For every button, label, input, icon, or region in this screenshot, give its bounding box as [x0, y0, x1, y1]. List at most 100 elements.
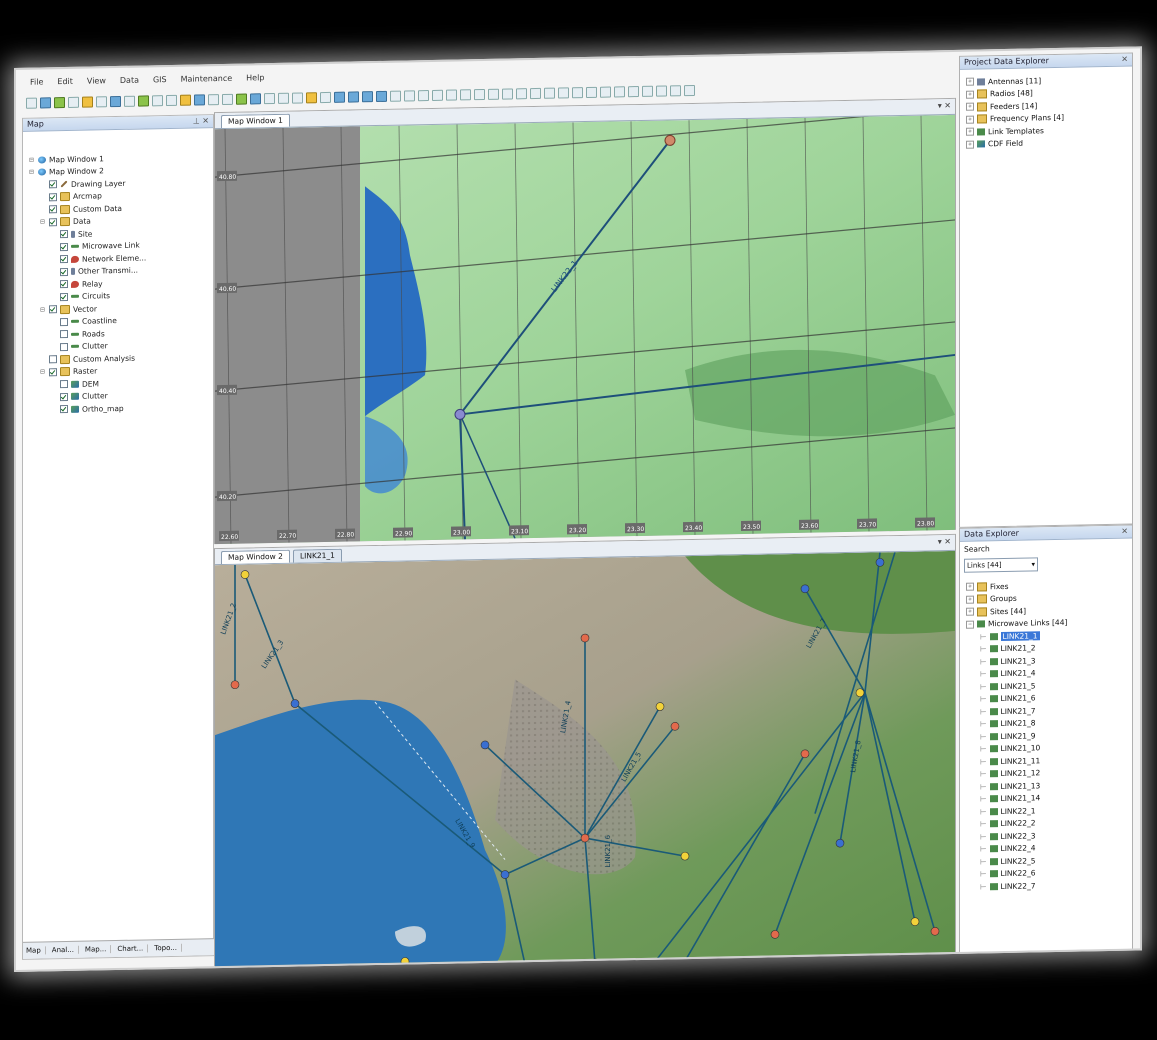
- layer-visibility-checkbox[interactable]: [60, 330, 68, 339]
- toolbar-button-icon[interactable]: [544, 87, 555, 99]
- toolbar-button-icon[interactable]: [96, 95, 107, 107]
- site-marker[interactable]: [875, 558, 885, 567]
- tab-map[interactable]: Map: [26, 946, 46, 955]
- close-icon[interactable]: ✕: [1121, 526, 1128, 538]
- window-controls-icon[interactable]: ▾ ✕: [938, 101, 951, 110]
- filter-dropdown[interactable]: Links [44]: [964, 557, 1038, 573]
- toolbar-button-icon[interactable]: [124, 95, 135, 107]
- layer-visibility-checkbox[interactable]: [60, 267, 68, 276]
- site-marker[interactable]: [580, 833, 590, 843]
- layer-visibility-checkbox[interactable]: [60, 292, 68, 301]
- menu-edit[interactable]: Edit: [57, 76, 73, 85]
- toolbar-button-icon[interactable]: [264, 92, 275, 104]
- layer-visibility-checkbox[interactable]: [60, 280, 68, 289]
- layer-visibility-checkbox[interactable]: [60, 380, 68, 389]
- layer-visibility-checkbox[interactable]: [60, 342, 68, 351]
- satellite-map-canvas[interactable]: LINK21_2LINK21_3LINK21_4LINK21_5LINK21_6…: [215, 550, 955, 971]
- site-marker[interactable]: [290, 699, 300, 708]
- toolbar-button-icon[interactable]: [152, 94, 163, 106]
- menu-help[interactable]: Help: [246, 73, 264, 82]
- expander-icon[interactable]: ⊟: [40, 219, 46, 226]
- tab-link21-1[interactable]: LINK21_1: [292, 548, 342, 563]
- toolbar-button-icon[interactable]: [516, 87, 527, 99]
- layer-visibility-checkbox[interactable]: [60, 230, 68, 239]
- layer-visibility-checkbox[interactable]: [60, 255, 68, 264]
- tab-analysis[interactable]: Anal...: [51, 945, 79, 955]
- layer-visibility-checkbox[interactable]: [49, 305, 57, 314]
- site-marker[interactable]: [680, 851, 690, 861]
- layer-tree-item[interactable]: Ortho_map: [29, 400, 213, 416]
- toolbar-button-icon[interactable]: [390, 90, 401, 102]
- toolbar-button-icon[interactable]: [348, 90, 359, 103]
- layer-visibility-checkbox[interactable]: [49, 367, 57, 377]
- toolbar-button-icon[interactable]: [362, 90, 373, 102]
- toolbar-button-icon[interactable]: [404, 89, 415, 102]
- toolbar-button-icon[interactable]: [376, 90, 387, 102]
- site-marker[interactable]: [655, 702, 665, 711]
- site-marker[interactable]: [770, 930, 780, 939]
- site-marker[interactable]: [590, 958, 600, 968]
- layer-visibility-checkbox[interactable]: [60, 392, 68, 401]
- toolbar-button-icon[interactable]: [82, 95, 93, 108]
- tab-chart[interactable]: Chart...: [117, 944, 149, 954]
- toolbar-button-icon[interactable]: [418, 89, 429, 101]
- menu-data[interactable]: Data: [120, 75, 139, 84]
- expand-icon[interactable]: +: [966, 90, 974, 99]
- menu-view[interactable]: View: [87, 76, 106, 85]
- toolbar-button-icon[interactable]: [460, 88, 471, 100]
- toolbar-button-icon[interactable]: [236, 93, 247, 105]
- layer-visibility-checkbox[interactable]: [60, 317, 68, 326]
- pin-close-icon[interactable]: ⊥ ✕: [193, 115, 209, 127]
- toolbar-button-icon[interactable]: [670, 84, 681, 96]
- expand-icon[interactable]: +: [966, 582, 974, 591]
- expand-icon[interactable]: +: [966, 595, 974, 604]
- site-marker[interactable]: [454, 408, 466, 420]
- toolbar-button-icon[interactable]: [40, 96, 51, 109]
- site-marker[interactable]: [835, 838, 845, 848]
- tab-map-window-1[interactable]: Map Window 1: [221, 113, 290, 129]
- expander-icon[interactable]: ⊟: [29, 169, 35, 176]
- layer-visibility-checkbox[interactable]: [49, 205, 57, 214]
- toolbar-button-icon[interactable]: [166, 94, 177, 106]
- layer-visibility-checkbox[interactable]: [60, 405, 68, 414]
- site-marker[interactable]: [800, 749, 810, 759]
- layer-visibility-checkbox[interactable]: [49, 180, 57, 189]
- site-marker[interactable]: [230, 680, 240, 690]
- toolbar-button-icon[interactable]: [684, 84, 695, 96]
- site-marker[interactable]: [500, 870, 510, 879]
- tab-map-window-2[interactable]: Map Window 2: [221, 549, 290, 565]
- expand-icon[interactable]: −: [966, 620, 974, 629]
- toolbar-button-icon[interactable]: [180, 94, 191, 106]
- window-controls-icon[interactable]: ▾ ✕: [938, 537, 951, 546]
- expand-icon[interactable]: +: [966, 607, 974, 616]
- layer-visibility-checkbox[interactable]: [49, 355, 57, 364]
- close-icon[interactable]: ✕: [1121, 54, 1128, 66]
- toolbar-button-icon[interactable]: [138, 94, 149, 107]
- toolbar-button-icon[interactable]: [278, 92, 289, 104]
- toolbar-button-icon[interactable]: [292, 91, 303, 104]
- toolbar-button-icon[interactable]: [488, 88, 499, 100]
- toolbar-button-icon[interactable]: [208, 93, 219, 105]
- site-marker[interactable]: [930, 927, 940, 936]
- toolbar-button-icon[interactable]: [110, 95, 121, 107]
- toolbar-button-icon[interactable]: [54, 96, 65, 108]
- toolbar-button-icon[interactable]: [474, 88, 485, 100]
- toolbar-button-icon[interactable]: [558, 86, 569, 99]
- toolbar-button-icon[interactable]: [334, 91, 345, 103]
- site-marker[interactable]: [580, 633, 590, 643]
- expander-icon[interactable]: ⊟: [29, 156, 35, 163]
- expander-icon[interactable]: ⊟: [40, 369, 46, 376]
- expand-icon[interactable]: +: [966, 140, 974, 149]
- toolbar-button-icon[interactable]: [222, 93, 233, 105]
- expand-icon[interactable]: +: [966, 77, 974, 86]
- toolbar-button-icon[interactable]: [446, 88, 457, 101]
- toolbar-button-icon[interactable]: [250, 92, 261, 104]
- toolbar-button-icon[interactable]: [432, 89, 443, 101]
- tab-topo[interactable]: Topo...: [154, 943, 182, 953]
- terrain-map-canvas[interactable]: LINK22_1 40.8040.6040.4040.20 22.60 22.70…: [215, 114, 955, 545]
- site-marker[interactable]: [240, 570, 250, 579]
- toolbar-button-icon[interactable]: [68, 96, 79, 108]
- layer-visibility-checkbox[interactable]: [49, 217, 57, 227]
- site-marker[interactable]: [855, 688, 865, 698]
- menu-maintenance[interactable]: Maintenance: [181, 73, 233, 83]
